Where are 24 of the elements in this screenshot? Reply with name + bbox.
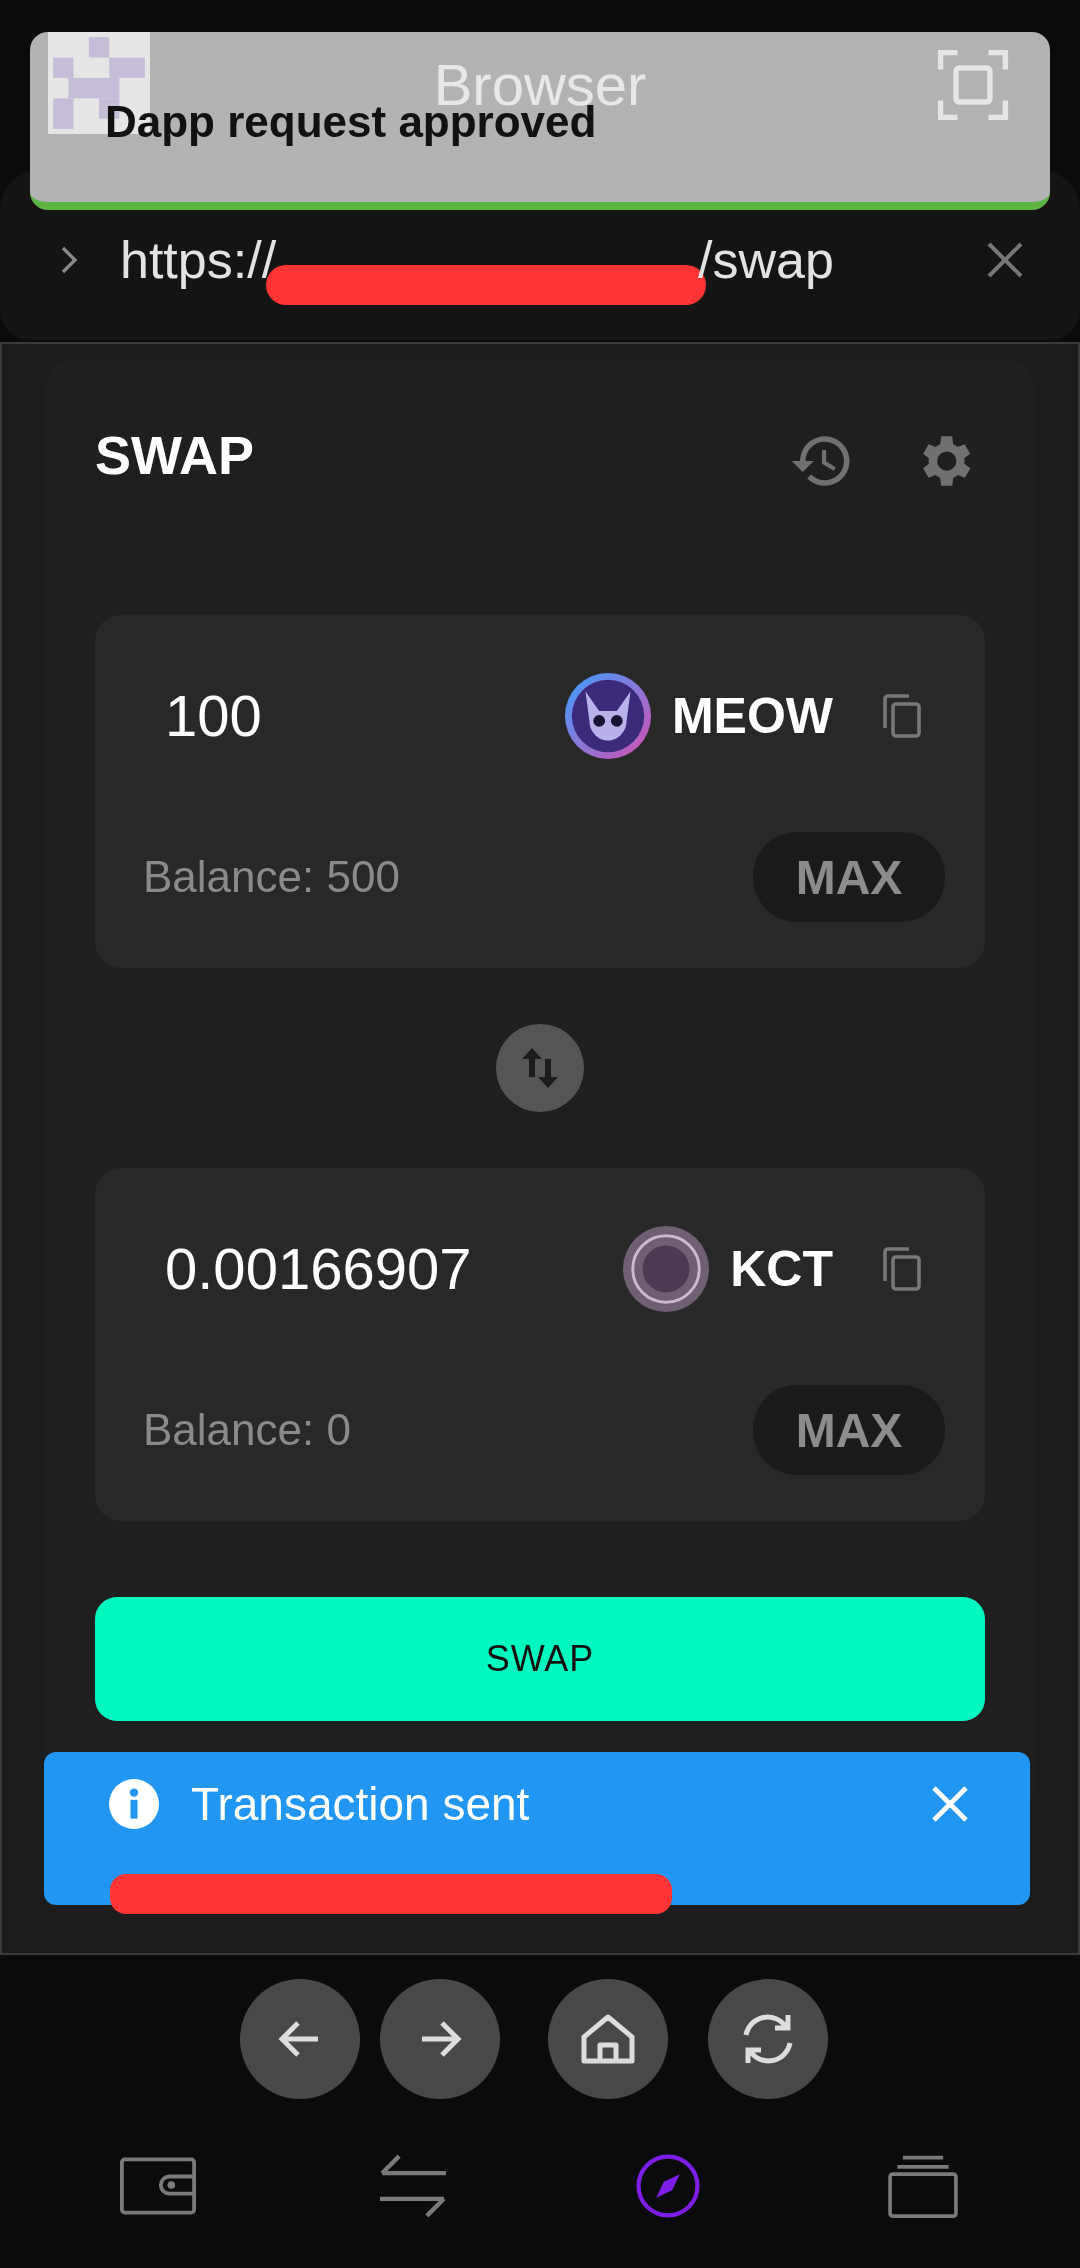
url-start: https://: [120, 230, 277, 290]
close-icon[interactable]: [985, 240, 1025, 280]
balance-text: Balance: 0: [142, 1405, 352, 1456]
cat-logo-icon: [563, 671, 652, 760]
swap-button[interactable]: SWAP: [95, 1597, 985, 1721]
close-icon[interactable]: [930, 1783, 970, 1824]
back-button[interactable]: [240, 1979, 360, 2099]
max-button[interactable]: MAX: [753, 1385, 945, 1476]
amount-field[interactable]: 0.00166907: [141, 1235, 623, 1303]
url-end: /swap: [698, 230, 834, 290]
swap-direction-icon[interactable]: [496, 1024, 584, 1112]
max-button[interactable]: MAX: [753, 832, 945, 923]
home-button[interactable]: [548, 1979, 668, 2099]
toast-message: Transaction sent: [191, 1776, 530, 1831]
info-icon: [109, 1778, 159, 1829]
chevron-icon[interactable]: [60, 245, 78, 275]
token-symbol[interactable]: KCT: [730, 1239, 833, 1298]
coin-logo-icon: [622, 1224, 711, 1313]
amount-field[interactable]: 100: [141, 682, 564, 750]
swap-title: SWAP: [95, 424, 255, 486]
balance-text: Balance: 500: [142, 852, 401, 903]
token-symbol[interactable]: MEOW: [671, 686, 833, 745]
refresh-button[interactable]: [708, 1979, 828, 2099]
forward-button[interactable]: [380, 1979, 500, 2099]
